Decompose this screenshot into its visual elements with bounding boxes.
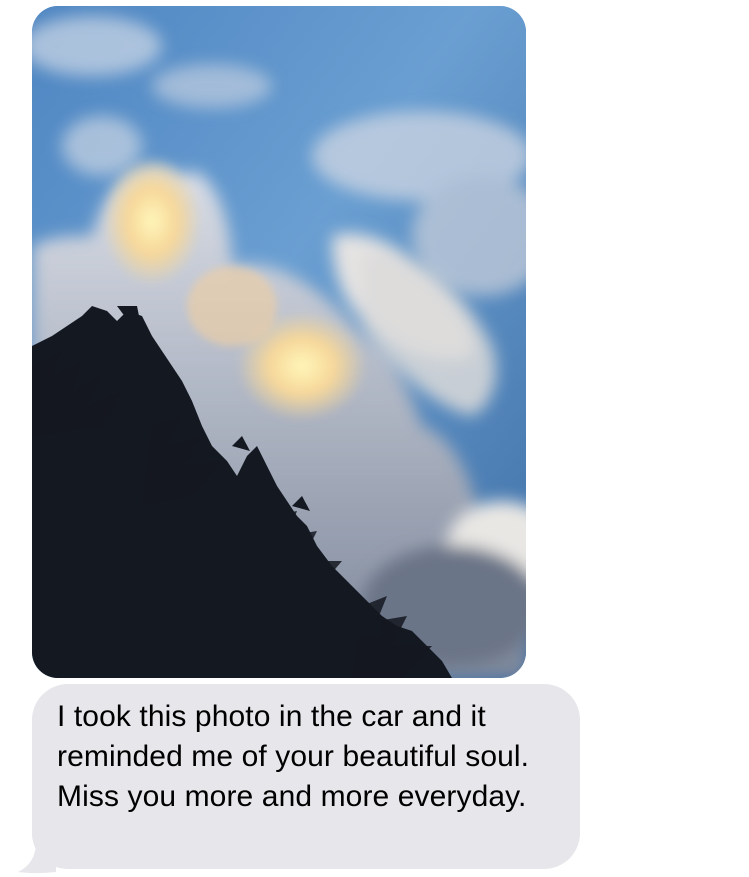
sky-photo-image <box>32 6 526 678</box>
message-text: I took this photo in the car and it remi… <box>57 700 530 813</box>
photo-message[interactable] <box>32 6 526 678</box>
received-message-bubble[interactable]: I took this photo in the car and it remi… <box>32 684 580 869</box>
